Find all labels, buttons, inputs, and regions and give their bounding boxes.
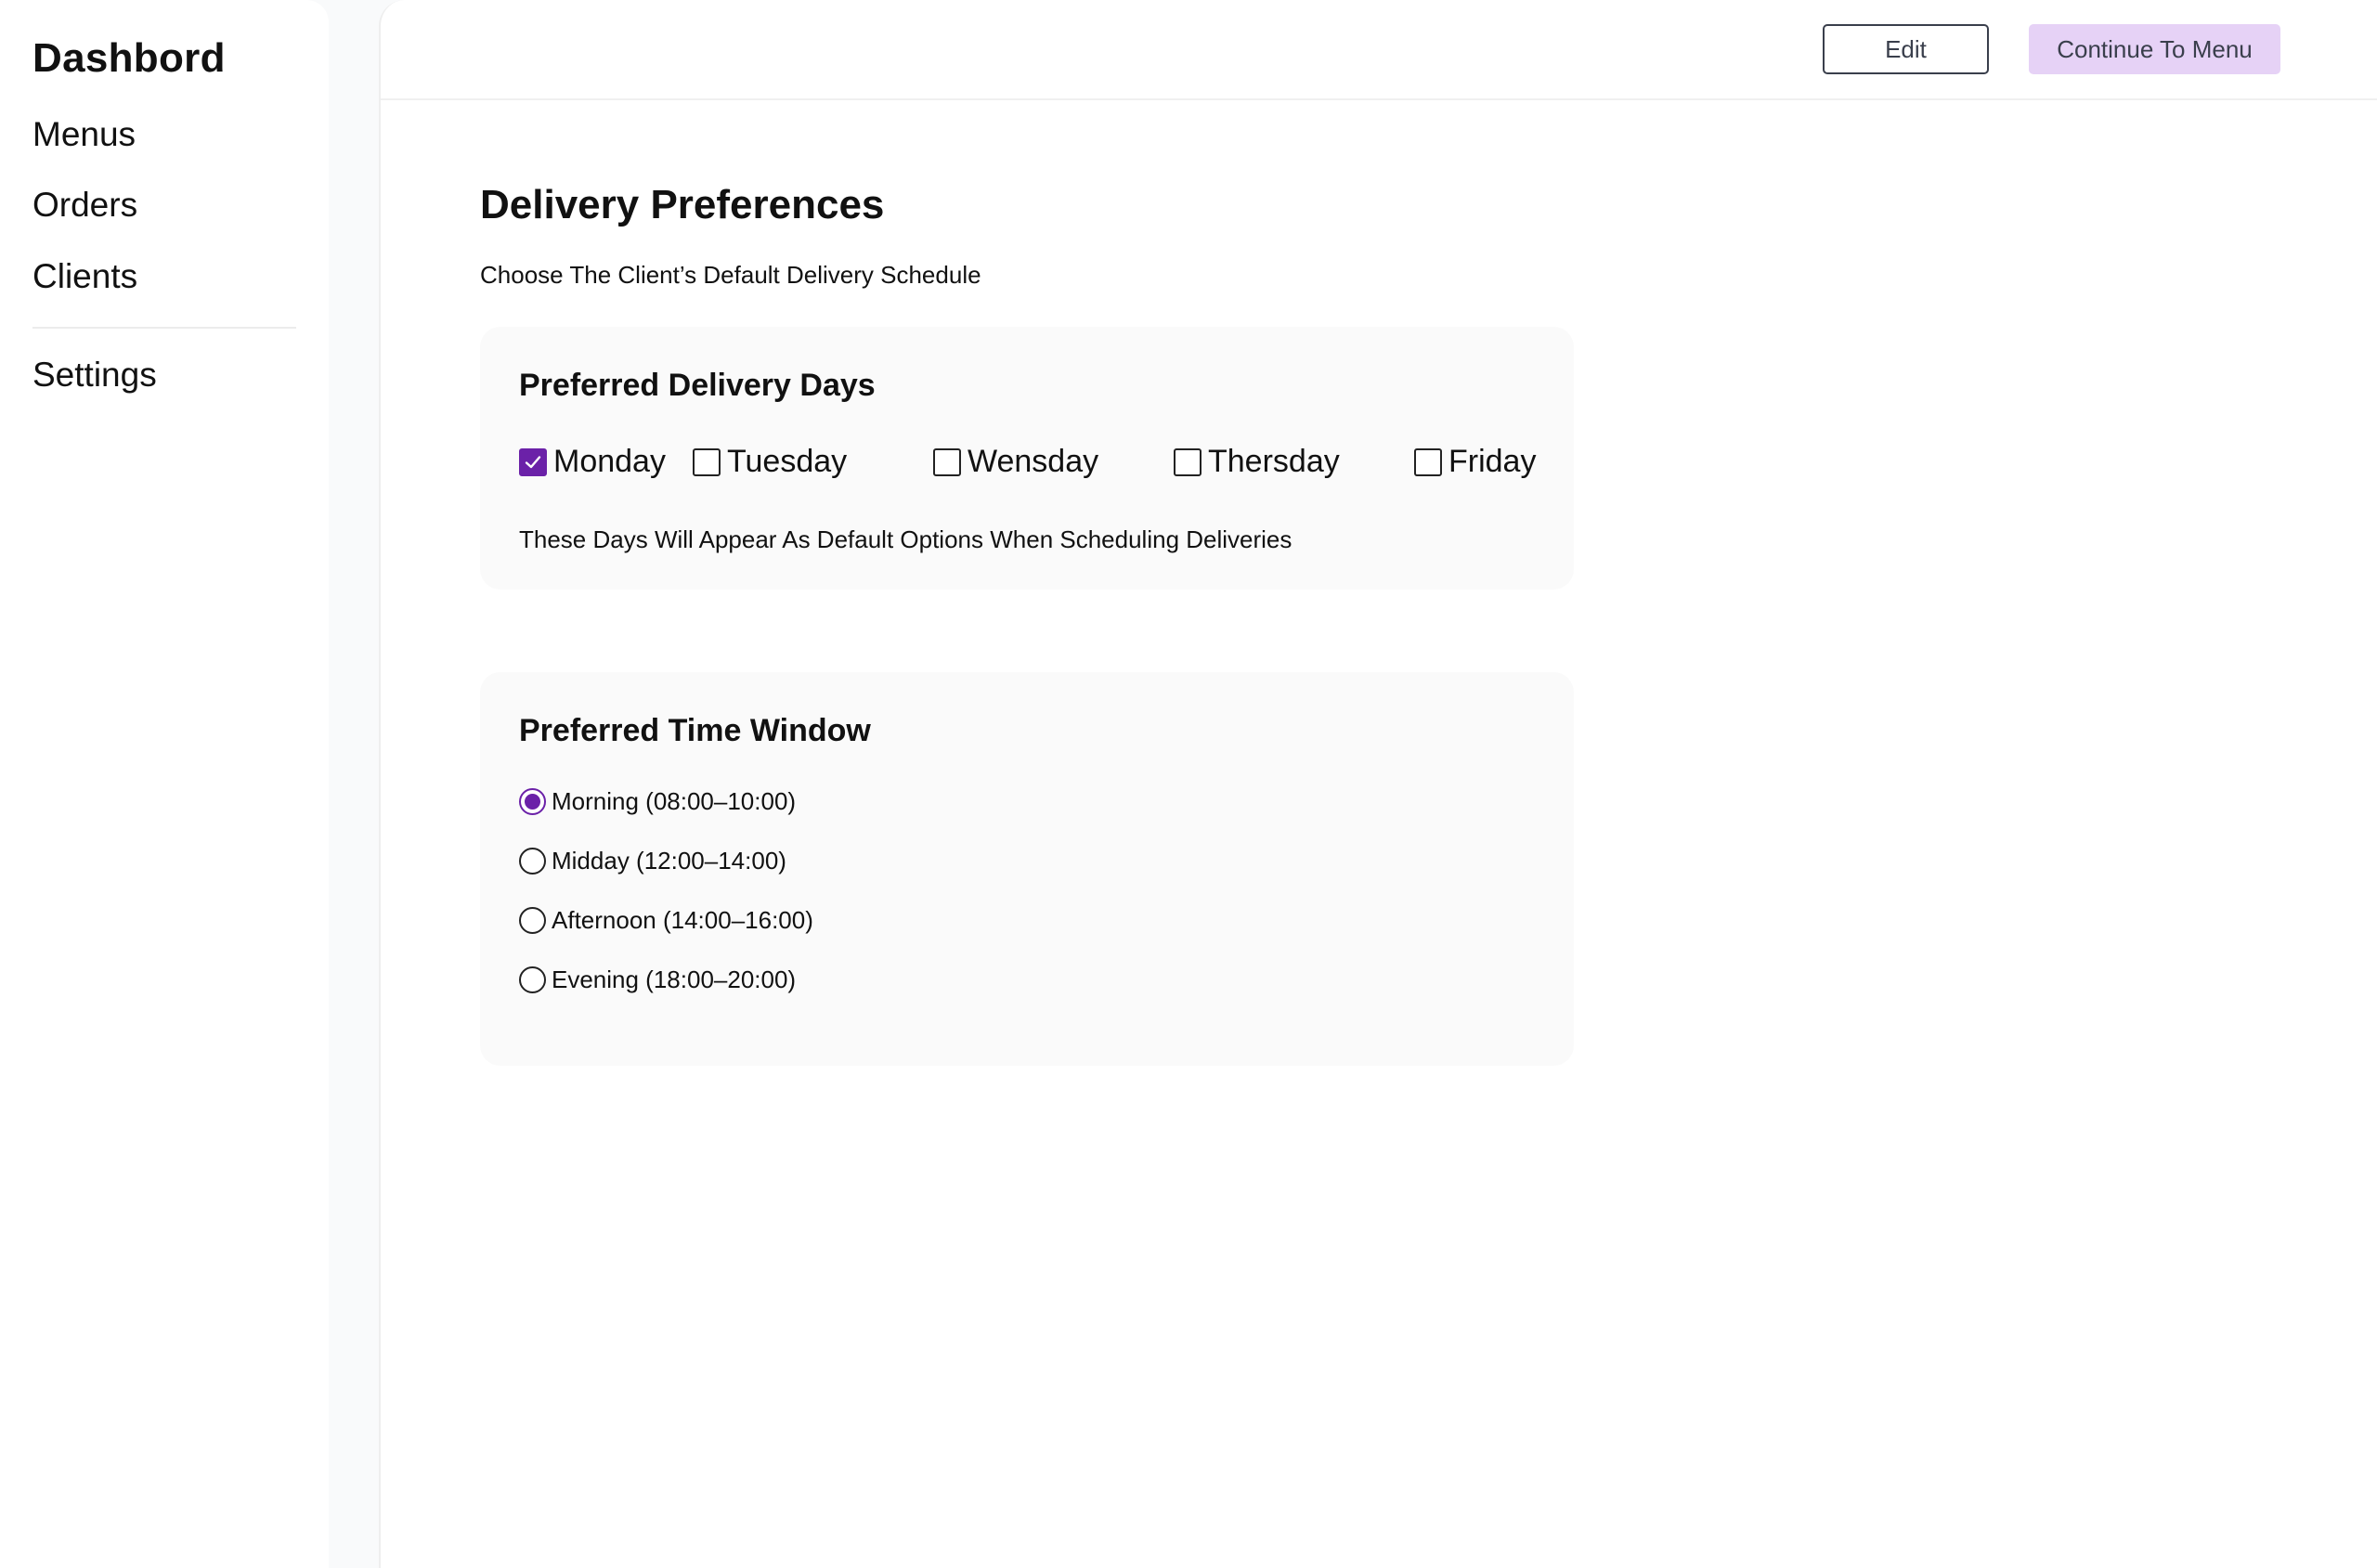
time-window-card: Preferred Time Window Morning (08:00–10:… bbox=[480, 672, 1574, 1066]
sidebar-item-orders[interactable]: Orders bbox=[32, 186, 137, 225]
main-panel: Edit Continue To Menu Delivery Preferenc… bbox=[379, 0, 2377, 1568]
continue-to-menu-button[interactable]: Continue To Menu bbox=[2029, 24, 2280, 74]
delivery-days-card: Preferred Delivery Days Monday Tuesday W… bbox=[480, 327, 1574, 590]
day-option-friday[interactable]: Friday bbox=[1414, 444, 1536, 480]
friday-label: Friday bbox=[1448, 444, 1537, 479]
sidebar-item-settings[interactable]: Settings bbox=[32, 356, 157, 395]
evening-label: Evening (18:00–20:00) bbox=[552, 965, 797, 993]
tuesday-label: Tuesday bbox=[727, 444, 848, 479]
evening-radio[interactable] bbox=[519, 966, 546, 993]
time-option-midday[interactable]: Midday (12:00–14:00) bbox=[519, 847, 786, 875]
midday-label: Midday (12:00–14:00) bbox=[552, 847, 786, 875]
day-option-tuesday[interactable]: Tuesday bbox=[693, 444, 847, 480]
day-option-thersday[interactable]: Thersday bbox=[1174, 444, 1340, 480]
morning-radio[interactable] bbox=[519, 788, 546, 815]
thersday-label: Thersday bbox=[1208, 444, 1340, 479]
afternoon-radio[interactable] bbox=[519, 907, 546, 934]
edit-button[interactable]: Edit bbox=[1823, 24, 1989, 74]
delivery-days-title: Preferred Delivery Days bbox=[519, 368, 876, 403]
day-option-monday[interactable]: Monday bbox=[519, 444, 666, 480]
morning-label: Morning (08:00–10:00) bbox=[552, 787, 797, 815]
sidebar-item-menus[interactable]: Menus bbox=[32, 115, 136, 154]
day-option-wensday[interactable]: Wensday bbox=[933, 444, 1098, 480]
time-option-morning[interactable]: Morning (08:00–10:00) bbox=[519, 787, 796, 816]
friday-checkbox[interactable] bbox=[1414, 447, 1442, 476]
time-option-evening[interactable]: Evening (18:00–20:00) bbox=[519, 965, 796, 994]
page-subtitle: Choose The Client’s Default Delivery Sch… bbox=[480, 261, 981, 289]
checkmark-icon bbox=[525, 455, 541, 468]
monday-label: Monday bbox=[553, 444, 666, 479]
time-option-afternoon[interactable]: Afternoon (14:00–16:00) bbox=[519, 906, 813, 935]
page-title: Delivery Preferences bbox=[480, 182, 885, 227]
afternoon-label: Afternoon (14:00–16:00) bbox=[552, 906, 813, 934]
tuesday-checkbox[interactable] bbox=[693, 447, 721, 476]
radio-selected-dot bbox=[525, 794, 540, 810]
sidebar-brand: Dashbord bbox=[32, 35, 226, 81]
thersday-checkbox[interactable] bbox=[1174, 447, 1201, 476]
sidebar-item-clients[interactable]: Clients bbox=[32, 257, 137, 296]
sidebar-divider bbox=[32, 327, 296, 329]
wensday-checkbox[interactable] bbox=[933, 447, 961, 476]
wensday-label: Wensday bbox=[968, 444, 1099, 479]
monday-checkbox[interactable] bbox=[519, 447, 547, 476]
midday-radio[interactable] bbox=[519, 848, 546, 875]
top-bar: Edit Continue To Menu bbox=[381, 0, 2377, 100]
sidebar: Dashbord Menus Orders Clients Settings bbox=[0, 0, 329, 1568]
delivery-days-note: These Days Will Appear As Default Option… bbox=[519, 525, 1292, 553]
time-window-title: Preferred Time Window bbox=[519, 713, 871, 748]
